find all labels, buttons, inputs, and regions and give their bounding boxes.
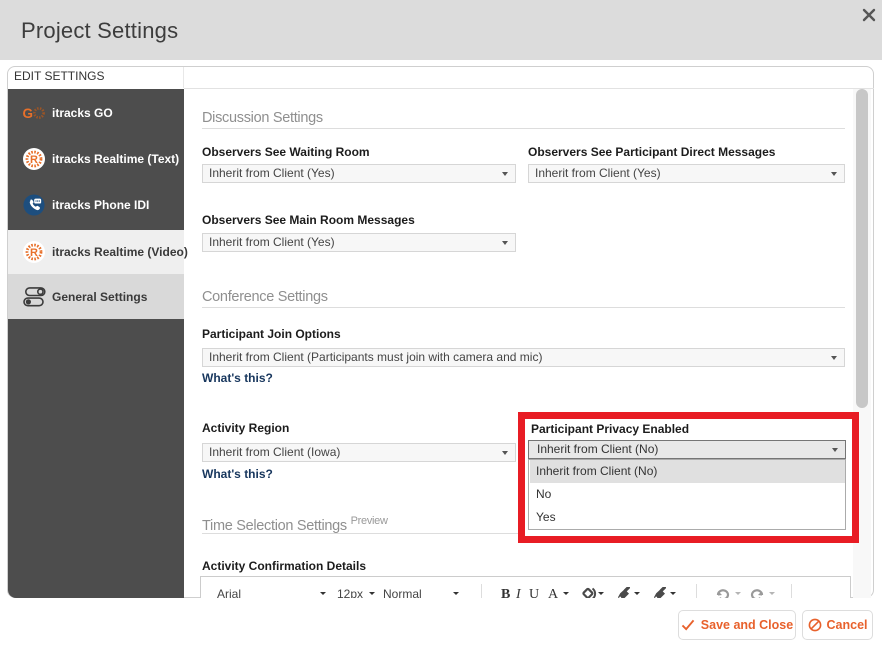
svg-text:R: R [30, 247, 38, 259]
svg-text:R: R [30, 154, 38, 166]
svg-text:G: G [23, 106, 33, 120]
